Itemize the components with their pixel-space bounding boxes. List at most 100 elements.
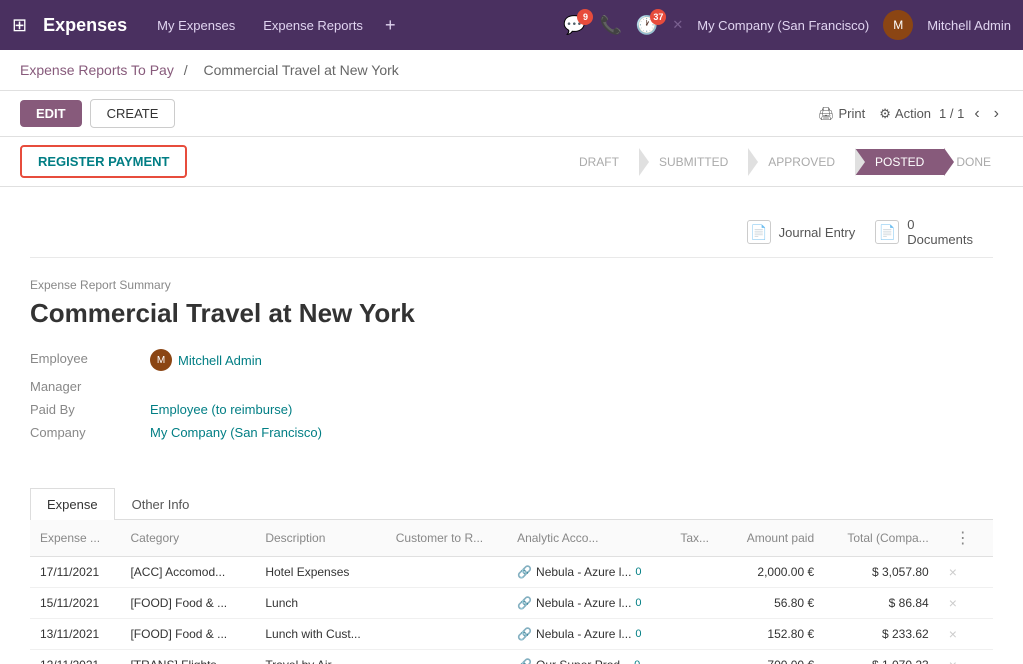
status-posted[interactable]: POSTED [855,149,944,175]
col-analytic: Analytic Acco... [507,520,670,557]
cell-date: 17/11/2021 [30,557,120,588]
link-icon: 🔗 [517,596,532,610]
tab-other-info[interactable]: Other Info [115,488,207,520]
cell-analytic: 🔗 Nebula - Azure l... 0 [507,588,670,619]
cell-date: 12/11/2021 [30,650,120,664]
column-options-icon[interactable]: ⋮ [949,530,977,547]
cell-amount: 2,000.00 € [725,557,824,588]
cell-analytic: 🔗 Nebula - Azure l... 0 [507,557,670,588]
nav-separator: ✕ [672,17,683,33]
col-category: Category [120,520,255,557]
cell-description: Lunch [255,588,385,619]
create-button[interactable]: CREATE [90,99,176,128]
col-description: Description [255,520,385,557]
cell-tax [670,650,725,664]
analytic-count[interactable]: 0 [635,628,641,640]
print-button[interactable]: 🖨 Print [818,106,865,122]
gear-icon: ⚙ [879,106,891,122]
cell-description: Hotel Expenses [255,557,385,588]
breadcrumb-parent[interactable]: Expense Reports To Pay [20,62,174,78]
breadcrumb-current: Commercial Travel at New York [204,62,399,78]
summary-label: Expense Report Summary [30,278,993,292]
cell-delete[interactable]: × [939,650,993,664]
cell-tax [670,557,725,588]
delete-icon[interactable]: × [949,657,957,664]
analytic-count[interactable]: 0 [635,566,641,578]
register-payment-button[interactable]: REGISTER PAYMENT [20,145,187,178]
manager-row: Manager [30,379,993,394]
documents-button[interactable]: 📄 0 Documents [875,217,973,247]
cell-delete[interactable]: × [939,557,993,588]
cell-category: [FOOD] Food & ... [120,588,255,619]
action-button[interactable]: ⚙ Action [879,106,931,122]
tab-expense[interactable]: Expense [30,488,115,520]
journal-icon: 📄 [747,220,771,244]
table-row[interactable]: 12/11/2021 [TRANS] Flights,... Travel by… [30,650,993,664]
nav-add-button[interactable]: + [385,15,396,36]
table-row[interactable]: 15/11/2021 [FOOD] Food & ... Lunch 🔗 Neb… [30,588,993,619]
col-tax: Tax... [670,520,725,557]
employee-value[interactable]: Mitchell Admin [178,353,262,368]
cell-customer [386,619,507,650]
cell-total: $ 86.84 [824,588,939,619]
user-avatar[interactable]: M [883,10,913,40]
paid-by-value[interactable]: Employee (to reimburse) [150,402,292,417]
cell-amount: 152.80 € [725,619,824,650]
status-approved[interactable]: APPROVED [748,149,855,175]
cell-description: Lunch with Cust... [255,619,385,650]
expense-table: Expense ... Category Description Custome… [30,520,993,664]
status-bar: REGISTER PAYMENT DRAFT SUBMITTED APPROVE… [0,137,1023,187]
employee-row: Employee M Mitchell Admin [30,349,993,371]
edit-button[interactable]: EDIT [20,100,82,127]
app-title: Expenses [43,15,127,36]
clock-icon[interactable]: 🕐 37 [636,15,658,36]
cell-total: $ 1,070.23 [824,650,939,664]
cell-analytic: 🔗 Nebula - Azure l... 0 [507,619,670,650]
content-area: 📄 Journal Entry 📄 0 Documents Expense Re… [0,187,1023,664]
employee-avatar: M [150,349,172,371]
table-row[interactable]: 13/11/2021 [FOOD] Food & ... Lunch with … [30,619,993,650]
analytic-count[interactable]: 0 [635,597,641,609]
cell-tax [670,588,725,619]
phone-icon[interactable]: 📞 [599,15,621,36]
company-value[interactable]: My Company (San Francisco) [150,425,322,440]
status-draft[interactable]: DRAFT [559,149,639,175]
analytic-name: Nebula - Azure l... [536,627,631,641]
top-nav: ⊞ Expenses My Expenses Expense Reports +… [0,0,1023,50]
col-total: Total (Compa... [824,520,939,557]
nav-my-expenses[interactable]: My Expenses [151,14,241,37]
cell-amount: 56.80 € [725,588,824,619]
prev-page-button[interactable]: ‹ [970,103,983,125]
nav-expense-reports[interactable]: Expense Reports [257,14,369,37]
cell-delete[interactable]: × [939,588,993,619]
company-name[interactable]: My Company (San Francisco) [697,18,869,33]
delete-icon[interactable]: × [949,626,957,642]
next-page-button[interactable]: › [990,103,1003,125]
link-icon: 🔗 [517,627,532,641]
cell-delete[interactable]: × [939,619,993,650]
cell-description: Travel by Air [255,650,385,664]
delete-icon[interactable]: × [949,595,957,611]
cell-category: [FOOD] Food & ... [120,619,255,650]
form-section: Expense Report Summary Commercial Travel… [30,258,993,468]
breadcrumb-separator: / [184,62,188,78]
print-icon: 🖨 [818,106,835,122]
report-title: Commercial Travel at New York [30,298,993,329]
user-name[interactable]: Mitchell Admin [927,18,1011,33]
cell-total: $ 3,057.80 [824,557,939,588]
journal-entry-button[interactable]: 📄 Journal Entry [747,220,856,244]
status-submitted[interactable]: SUBMITTED [639,149,748,175]
cell-customer [386,557,507,588]
delete-icon[interactable]: × [949,564,957,580]
chat-icon[interactable]: 💬 9 [563,15,585,36]
analytic-count[interactable]: 0 [634,659,640,664]
grid-icon[interactable]: ⊞ [12,15,27,36]
table-row[interactable]: 17/11/2021 [ACC] Accomod... Hotel Expens… [30,557,993,588]
cell-analytic: 🔗 Our Super Prod... 0 [507,650,670,664]
col-amount: Amount paid [725,520,824,557]
paid-by-label: Paid By [30,402,150,417]
manager-label: Manager [30,379,150,394]
cell-total: $ 233.62 [824,619,939,650]
toolbar: EDIT CREATE 🖨 Print ⚙ Action 1 / 1 ‹ › [0,91,1023,137]
main-card: 📄 Journal Entry 📄 0 Documents Expense Re… [0,187,1023,664]
